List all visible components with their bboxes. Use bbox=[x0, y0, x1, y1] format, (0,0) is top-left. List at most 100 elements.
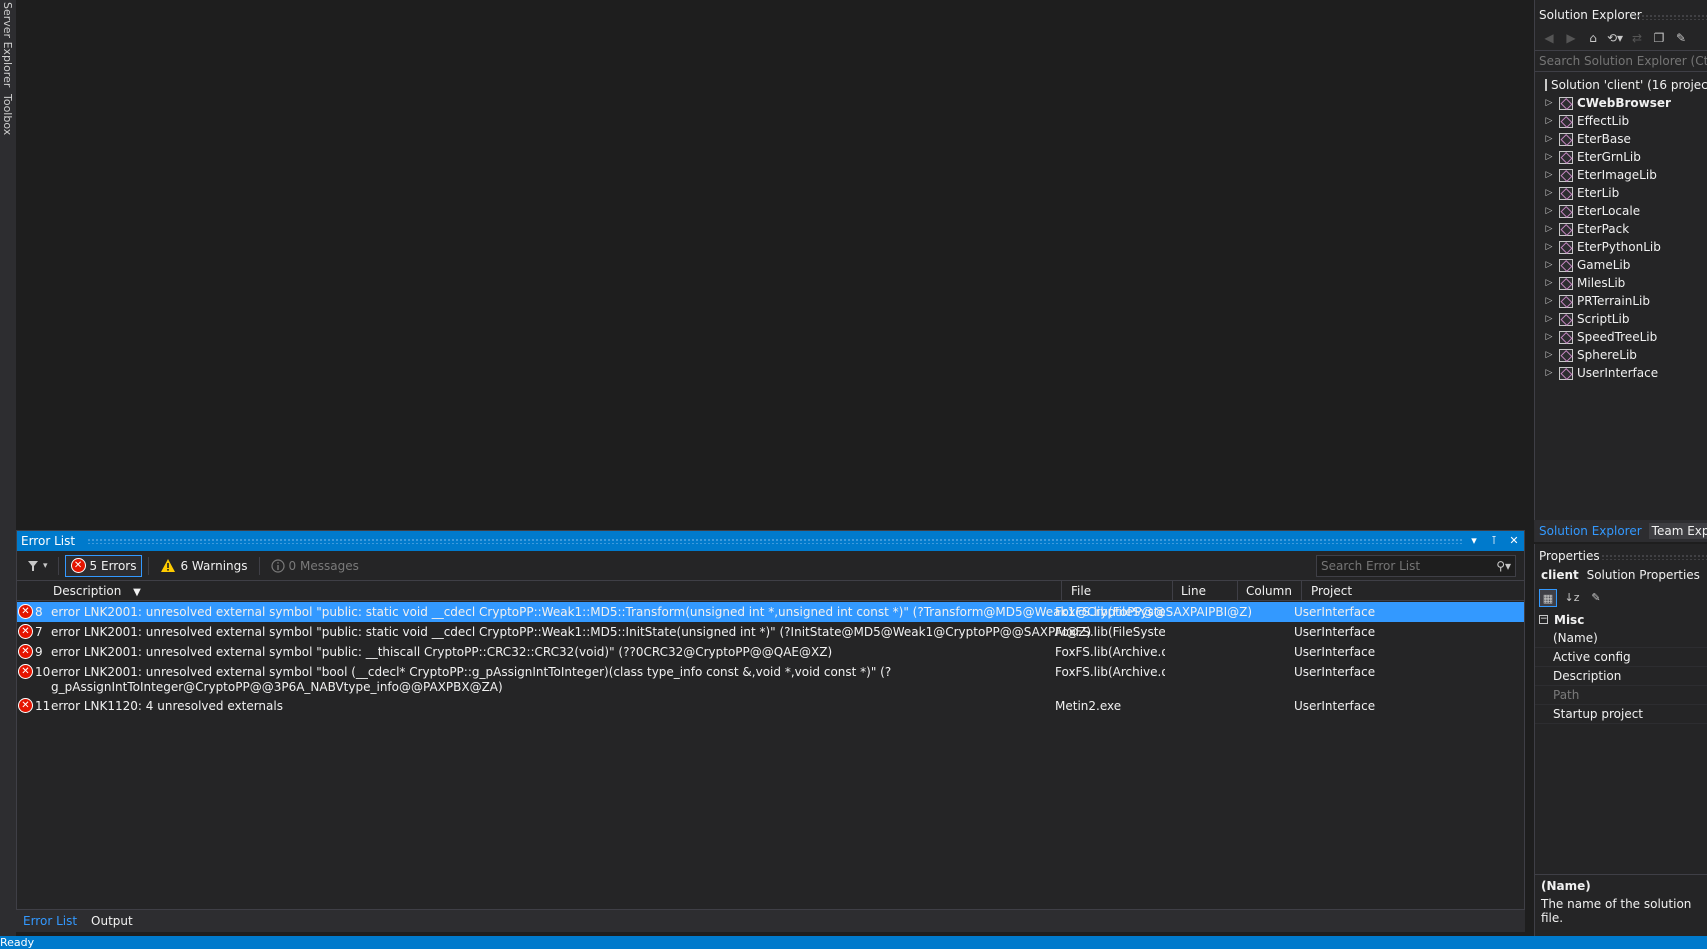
column-divider[interactable] bbox=[1237, 581, 1238, 601]
close-icon[interactable]: ✕ bbox=[1508, 534, 1520, 548]
properties-wrench-icon[interactable]: ✎ bbox=[1673, 30, 1689, 46]
tree-item-etergrnlib[interactable]: ▷ EterGrnLib bbox=[1535, 148, 1707, 166]
tree-item-eterimagelib[interactable]: ▷ EterImageLib bbox=[1535, 166, 1707, 184]
column-column[interactable]: Column bbox=[1242, 584, 1292, 598]
errors-filter-button[interactable]: ✕ 5 Errors bbox=[64, 554, 143, 577]
messages-filter-button[interactable]: 0 Messages bbox=[266, 555, 364, 577]
expand-chevron-icon[interactable]: ▷ bbox=[1543, 350, 1555, 360]
expand-chevron-icon[interactable]: ▷ bbox=[1543, 98, 1555, 108]
expand-chevron-icon[interactable]: ▷ bbox=[1543, 170, 1555, 180]
expand-chevron-icon[interactable]: ▷ bbox=[1543, 332, 1555, 342]
dropdown-arrow-icon[interactable]: ▾ bbox=[1468, 534, 1480, 548]
title-grip bbox=[1633, 14, 1707, 20]
expand-chevron-icon[interactable]: ▷ bbox=[1543, 116, 1555, 126]
error-list-search[interactable]: ⚲▾ bbox=[1316, 555, 1516, 577]
category-misc[interactable]: − Misc bbox=[1535, 610, 1707, 629]
tree-item-prterrainlib[interactable]: ▷ PRTerrainLib bbox=[1535, 292, 1707, 310]
table-row[interactable]: ✕ 9 error LNK2001: unresolved external s… bbox=[17, 642, 1524, 662]
wrench-icon[interactable]: ✎ bbox=[1587, 589, 1605, 607]
expand-chevron-icon[interactable]: ▷ bbox=[1543, 134, 1555, 144]
table-row[interactable]: ✕ 7 error LNK2001: unresolved external s… bbox=[17, 622, 1524, 642]
tree-item-eterbase[interactable]: ▷ EterBase bbox=[1535, 130, 1707, 148]
expand-chevron-icon[interactable]: ▷ bbox=[1543, 278, 1555, 288]
solution-root[interactable]: Solution 'client' (16 projects) bbox=[1535, 76, 1707, 94]
tab-error-list[interactable]: Error List bbox=[20, 912, 80, 930]
filter-icon bbox=[28, 560, 38, 571]
solution-search-input[interactable] bbox=[1539, 54, 1707, 68]
history-icon[interactable]: ⟲▾ bbox=[1607, 30, 1623, 46]
toolbox-tab[interactable]: Toolbox bbox=[1, 94, 14, 135]
home-icon[interactable]: ⌂ bbox=[1585, 30, 1601, 46]
tab-team-explorer[interactable]: Team Explorer bbox=[1648, 523, 1707, 539]
error-icon: ✕ bbox=[18, 698, 33, 713]
object-type: Solution Properties bbox=[1586, 568, 1700, 582]
expand-chevron-icon[interactable]: ▷ bbox=[1543, 314, 1555, 324]
property-row-name[interactable]: (Name) bbox=[1535, 629, 1707, 648]
column-project[interactable]: Project bbox=[1307, 584, 1352, 598]
cpp-project-icon bbox=[1559, 258, 1573, 272]
column-file[interactable]: File bbox=[1067, 584, 1091, 598]
tree-item-cwebbrowser[interactable]: ▷ CWebBrowser bbox=[1535, 94, 1707, 112]
forward-icon[interactable]: ▶ bbox=[1563, 30, 1579, 46]
tree-item-userinterface[interactable]: ▷ UserInterface bbox=[1535, 364, 1707, 382]
column-divider[interactable] bbox=[1061, 581, 1062, 601]
table-row[interactable]: ✕ 10 error LNK2001: unresolved external … bbox=[17, 662, 1524, 696]
tree-item-spherelib[interactable]: ▷ SphereLib bbox=[1535, 346, 1707, 364]
column-divider[interactable] bbox=[1301, 581, 1302, 601]
tree-item-eterpack[interactable]: ▷ EterPack bbox=[1535, 220, 1707, 238]
table-row[interactable]: ✕ 8 error LNK2001: unresolved external s… bbox=[17, 602, 1524, 622]
expand-chevron-icon[interactable]: ▷ bbox=[1543, 260, 1555, 270]
error-icon: ✕ bbox=[18, 644, 33, 659]
filter-button[interactable]: ▾ bbox=[23, 558, 52, 574]
error-search-input[interactable] bbox=[1321, 559, 1481, 573]
categorized-icon[interactable]: ▦ bbox=[1539, 589, 1557, 607]
expand-chevron-icon[interactable]: ▷ bbox=[1543, 224, 1555, 234]
tree-item-mileslib[interactable]: ▷ MilesLib bbox=[1535, 274, 1707, 292]
sort-down-icon: ▼ bbox=[133, 587, 141, 598]
project-label: PRTerrainLib bbox=[1577, 294, 1650, 308]
tab-solution-explorer[interactable]: Solution Explorer bbox=[1536, 523, 1645, 539]
tree-item-speedtreelib[interactable]: ▷ SpeedTreeLib bbox=[1535, 328, 1707, 346]
properties-object-selector[interactable]: client Solution Properties bbox=[1535, 566, 1707, 586]
collapse-box-icon[interactable]: − bbox=[1539, 615, 1548, 624]
tree-item-effectlib[interactable]: ▷ EffectLib bbox=[1535, 112, 1707, 130]
project-label: UserInterface bbox=[1577, 366, 1659, 380]
table-row[interactable]: ✕ 11 error LNK1120: 4 unresolved externa… bbox=[17, 696, 1524, 716]
filter-dropdown-icon[interactable]: ▾ bbox=[43, 561, 48, 571]
back-icon[interactable]: ◀ bbox=[1541, 30, 1557, 46]
row-file: FoxFS.lib(Archive.obj) bbox=[1055, 645, 1165, 659]
expand-chevron-icon[interactable]: ▷ bbox=[1543, 188, 1555, 198]
solution-explorer-search[interactable] bbox=[1535, 50, 1707, 72]
tree-item-gamelib[interactable]: ▷ GameLib bbox=[1535, 256, 1707, 274]
tab-output[interactable]: Output bbox=[88, 912, 136, 930]
column-divider[interactable] bbox=[1172, 581, 1173, 601]
row-file: FoxFS.lib(FileSystem.o bbox=[1055, 605, 1165, 619]
property-row-path[interactable]: Path bbox=[1535, 686, 1707, 705]
expand-chevron-icon[interactable]: ▷ bbox=[1543, 206, 1555, 216]
warnings-filter-button[interactable]: 6 Warnings bbox=[155, 555, 252, 577]
tree-item-eterlocale[interactable]: ▷ EterLocale bbox=[1535, 202, 1707, 220]
errors-count-label: 5 Errors bbox=[89, 558, 137, 573]
expand-chevron-icon[interactable]: ▷ bbox=[1543, 152, 1555, 162]
column-line[interactable]: Line bbox=[1177, 584, 1206, 598]
expand-chevron-icon[interactable]: ▷ bbox=[1543, 242, 1555, 252]
search-icon[interactable]: ⚲▾ bbox=[1496, 559, 1511, 573]
server-explorer-tab[interactable]: Server Explorer bbox=[1, 2, 14, 87]
header-grip bbox=[87, 538, 1462, 544]
property-row-description[interactable]: Description bbox=[1535, 667, 1707, 686]
tree-item-scriptlib[interactable]: ▷ ScriptLib bbox=[1535, 310, 1707, 328]
pin-icon[interactable]: ⊺ bbox=[1488, 534, 1500, 548]
expand-chevron-icon[interactable]: ▷ bbox=[1543, 296, 1555, 306]
sync-icon[interactable]: ⇄ bbox=[1629, 30, 1645, 46]
tree-item-eterpythonlib[interactable]: ▷ EterPythonLib bbox=[1535, 238, 1707, 256]
property-row-active-config[interactable]: Active config bbox=[1535, 648, 1707, 667]
collapse-all-icon[interactable]: ❐ bbox=[1651, 30, 1667, 46]
project-label: SpeedTreeLib bbox=[1577, 330, 1658, 344]
property-row-startup-project[interactable]: Startup project bbox=[1535, 705, 1707, 724]
cpp-project-icon bbox=[1559, 222, 1573, 236]
sort-alphabetical-icon[interactable]: ↓z bbox=[1563, 589, 1581, 607]
solution-explorer-title: Solution Explorer bbox=[1539, 8, 1642, 22]
column-description[interactable]: Description ▼ bbox=[49, 584, 141, 598]
expand-chevron-icon[interactable]: ▷ bbox=[1543, 368, 1555, 378]
tree-item-eterlib[interactable]: ▷ EterLib bbox=[1535, 184, 1707, 202]
